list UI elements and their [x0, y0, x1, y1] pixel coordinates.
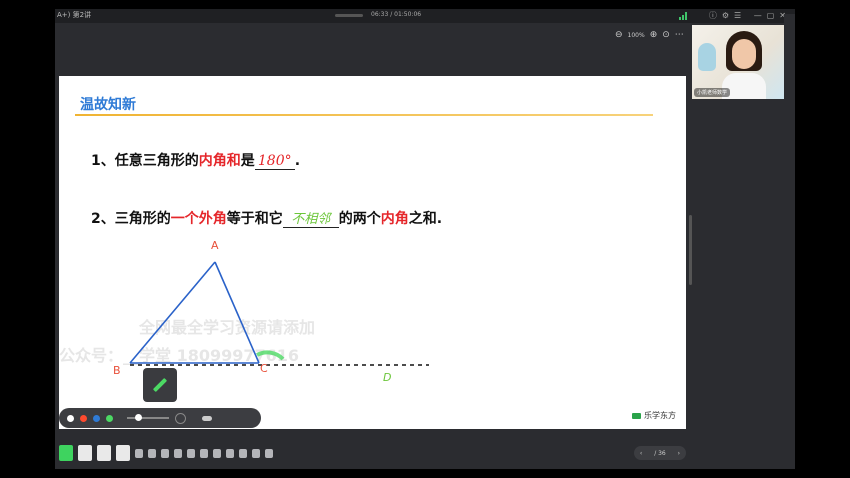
- q2-highlight-2: 内角: [380, 211, 409, 227]
- shape-tool-icon[interactable]: [148, 448, 156, 458]
- q2-mid2: 的两个: [338, 211, 381, 227]
- collapse-icon[interactable]: [265, 448, 273, 458]
- window-controls[interactable]: ⓘ⚙☰ —▢✕: [709, 10, 791, 21]
- pen-settings-panel: [59, 408, 261, 428]
- q1-answer: 180°: [257, 153, 292, 169]
- brand-icon: [632, 412, 641, 419]
- color-red[interactable]: [80, 414, 87, 422]
- playback-progress[interactable]: [335, 14, 363, 17]
- move-icon[interactable]: [200, 448, 208, 458]
- zoom-in-icon[interactable]: ⊕: [650, 30, 658, 40]
- title-bar: A+) 第2讲 06:33 / 01:50:06 ⓘ⚙☰ —▢✕: [55, 9, 795, 23]
- undo-icon[interactable]: [239, 448, 247, 458]
- highlighter-icon[interactable]: [78, 445, 92, 461]
- page-count: / 36: [654, 449, 666, 457]
- q1-suffix: 是: [240, 153, 255, 169]
- q2-prefix: 2、三角形的: [91, 211, 171, 227]
- fit-screen-icon[interactable]: ⊙: [662, 30, 670, 40]
- brand-name: 乐学东方: [644, 411, 676, 420]
- q2-blank: 不相邻: [282, 208, 339, 228]
- signal-icon: [679, 12, 687, 20]
- question-1: 1、任意三角形的内角和是 180°.: [91, 150, 300, 170]
- q1-end: .: [294, 153, 301, 169]
- teacher-name: 小凯老师数学: [694, 88, 731, 97]
- q1-highlight: 内角和: [198, 153, 241, 169]
- stroke-preview-icon: [175, 412, 186, 424]
- side-panel: [784, 14, 795, 469]
- color-green[interactable]: [106, 414, 113, 422]
- note-icon[interactable]: [116, 445, 130, 461]
- color-white[interactable]: [67, 414, 74, 422]
- heading-underline: [75, 114, 653, 116]
- watermark-1: 全网最全学习资源请添加: [139, 318, 316, 337]
- image-icon[interactable]: [174, 448, 182, 458]
- mascot-figure: [698, 43, 716, 71]
- q2-end: 之和.: [408, 211, 443, 227]
- smart-recognition-toggle[interactable]: [202, 415, 212, 421]
- watermark-2: 公众号：__学堂 18099977616: [59, 346, 300, 365]
- zoom-controls: ⊖ 100% ⊕ ⊙ ⋯: [615, 29, 684, 41]
- brand-logo: 乐学东方: [632, 410, 676, 421]
- delete-icon[interactable]: [226, 448, 234, 458]
- q1-prefix: 1、任意三角形的: [91, 153, 199, 169]
- question-2: 2、三角形的一个外角等于和它 不相邻 的两个内角之和.: [91, 208, 442, 228]
- q1-blank: 180°: [254, 153, 295, 170]
- slide-heading: 温故知新: [80, 97, 136, 113]
- eraser-icon[interactable]: [97, 445, 111, 461]
- teacher-face: [732, 39, 756, 69]
- zoom-out-icon[interactable]: ⊖: [615, 30, 623, 40]
- q2-highlight-1: 一个外角: [170, 211, 227, 227]
- playback-time: 06:33 / 01:50:06: [371, 11, 422, 18]
- more-icon[interactable]: ⋯: [675, 30, 684, 40]
- next-page-icon[interactable]: ›: [678, 450, 680, 457]
- pen-tool-icon[interactable]: [59, 445, 73, 461]
- grid-icon[interactable]: [187, 448, 195, 458]
- color-blue[interactable]: [93, 414, 100, 422]
- lesson-title: A+) 第2讲: [57, 11, 92, 19]
- scissors-icon[interactable]: [213, 448, 221, 458]
- vertical-scrollbar[interactable]: [689, 215, 692, 285]
- pen-icon: [152, 377, 168, 393]
- text-tool-icon[interactable]: [135, 448, 143, 458]
- slider-knob[interactable]: [135, 414, 142, 421]
- prev-page-icon[interactable]: ‹: [640, 450, 642, 457]
- stroke-width-slider[interactable]: [127, 414, 169, 421]
- q2-answer: 不相邻: [291, 212, 331, 227]
- fill-color-icon[interactable]: [161, 448, 169, 458]
- page-navigator: ‹ / 36 ›: [634, 446, 686, 460]
- zoom-level: 100%: [627, 31, 645, 39]
- drawing-toolbar: [59, 441, 319, 465]
- q2-mid: 等于和它: [226, 211, 283, 227]
- pen-tool-button[interactable]: [143, 368, 177, 402]
- redo-icon[interactable]: [252, 448, 260, 458]
- teacher-video[interactable]: 小凯老师数学: [692, 25, 784, 99]
